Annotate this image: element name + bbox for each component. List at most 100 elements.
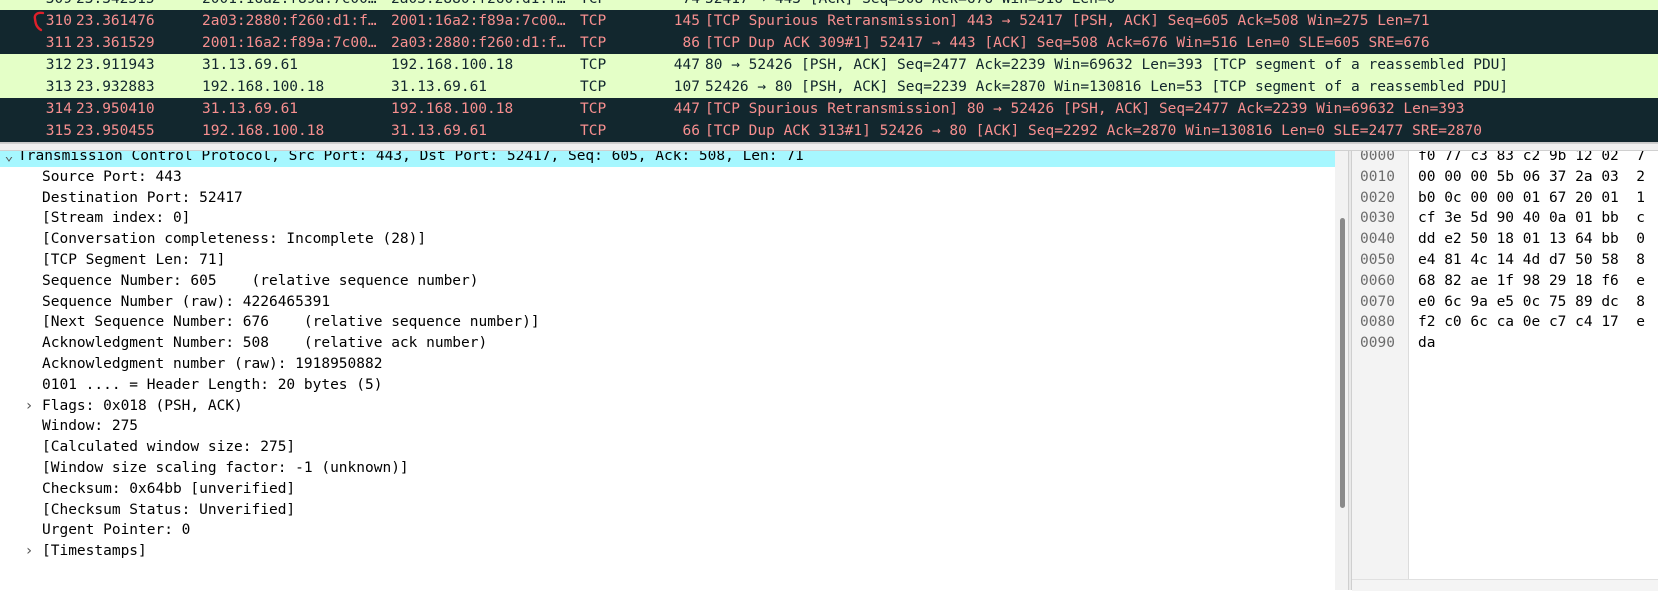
bytes-row[interactable]: 0050 e4 81 4c 14 4d d7 50 58 8 (1352, 249, 1658, 271)
chevron-down-icon[interactable]: ⌄ (2, 151, 16, 167)
packet-row[interactable]: 314 23.950410 31.13.69.61 192.168.100.18… (0, 98, 1658, 120)
tree-item[interactable]: Window: 275 (0, 415, 1335, 437)
tree-item-label: Acknowledgment Number: 508 (relative ack… (42, 335, 488, 352)
packet-number: 309 (36, 0, 72, 10)
tree-item[interactable]: Sequence Number: 605 (relative sequence … (0, 270, 1335, 292)
packet-row[interactable]: 313 23.932883 192.168.100.18 31.13.69.61… (0, 76, 1658, 98)
packet-time: 23.342315 (76, 0, 196, 10)
tree-item[interactable]: [Calculated window size: 275] (0, 436, 1335, 458)
tree-item-label: Sequence Number (raw): 4226465391 (42, 293, 331, 310)
tree-item[interactable]: [Conversation completeness: Incomplete (… (0, 228, 1335, 250)
packet-length: 107 (673, 79, 700, 95)
tree-item[interactable]: [Stream index: 0] (0, 207, 1335, 229)
bytes-hex[interactable]: e4 81 4c 14 4d d7 50 58 8 (1418, 249, 1645, 271)
bytes-row[interactable]: 0000 f0 77 c3 83 c2 9b 12 02 7 (1352, 151, 1658, 167)
packet-source: 2a03:2880:f260:d1:f… (202, 13, 377, 29)
packet-destination: 31.13.69.61 (391, 79, 488, 95)
tree-item[interactable]: › Flags: 0x018 (PSH, ACK) (0, 395, 1335, 417)
bytes-offset: 0010 (1360, 168, 1395, 185)
tree-item-label: Acknowledgment number (raw): 1918950882 (42, 356, 383, 372)
details-scrollbar-thumb[interactable] (1340, 218, 1345, 508)
bytes-hex[interactable]: f2 c0 6c ca 0e c7 c4 17 e (1418, 311, 1645, 333)
packet-length: 447 (673, 101, 700, 117)
tree-item-label: Checksum: 0x64bb [unverified] (42, 480, 296, 497)
bytes-offset: 0080 (1360, 314, 1395, 331)
packet-source: 2001:16a2:f89a:7c00… (202, 35, 377, 51)
bytes-hex[interactable]: dd e2 50 18 01 13 64 bb 0 (1418, 228, 1645, 250)
bytes-offset: 0070 (1360, 293, 1395, 310)
packet-source: 192.168.100.18 (202, 123, 325, 139)
chevron-right-icon[interactable]: › (22, 395, 36, 417)
tree-item-label: [Conversation completeness: Incomplete (… (42, 231, 427, 248)
tree-item[interactable]: 0101 .... = Header Length: 20 bytes (5) (0, 374, 1335, 396)
packet-destination: 192.168.100.18 (391, 57, 514, 73)
tree-item-label: Destination Port: 52417 (42, 189, 243, 206)
tree-item[interactable]: Source Port: 443 (0, 166, 1335, 188)
tree-item[interactable]: Checksum: 0x64bb [unverified] (0, 478, 1335, 500)
pane-splitter[interactable] (0, 143, 1658, 151)
packet-time: 23.932883 (76, 79, 155, 95)
tree-item[interactable]: Urgent Pointer: 0 (0, 519, 1335, 541)
packet-info: [TCP Dup ACK 309#1] 52417 → 443 [ACK] Se… (705, 35, 1430, 51)
packet-destination: 192.168.100.18 (391, 101, 514, 117)
bytes-hex[interactable]: 68 82 ae 1f 98 29 18 f6 e (1418, 270, 1645, 292)
packet-details-tree[interactable]: ⌄ Transmission Control Protocol, Src Port… (0, 151, 1348, 590)
bytes-row[interactable]: 0040 dd e2 50 18 01 13 64 bb 0 (1352, 228, 1658, 250)
packet-time: 23.911943 (76, 57, 155, 73)
tree-item[interactable]: [Window size scaling factor: -1 (unknown… (0, 457, 1335, 479)
bytes-row[interactable]: 0020 b0 0c 00 00 01 67 20 01 1 (1352, 187, 1658, 209)
bytes-row[interactable]: 0030 cf 3e 5d 90 40 0a 01 bb c (1352, 207, 1658, 229)
bytes-row[interactable]: 0070 e0 6c 9a e5 0c 75 89 dc 8 (1352, 291, 1658, 313)
packet-length: 145 (673, 13, 700, 29)
packet-time: 23.950410 (76, 101, 155, 117)
tree-item-label: [Next Sequence Number: 676 (relative seq… (42, 314, 540, 331)
packet-length: 86 (682, 35, 700, 51)
chevron-right-icon[interactable]: › (22, 540, 36, 562)
packet-length: 66 (682, 123, 700, 139)
bytes-hex[interactable]: b0 0c 00 00 01 67 20 01 1 (1418, 187, 1645, 209)
packet-row[interactable]: 310 23.361476 2a03:2880:f260:d1:f… 2001:… (0, 10, 1658, 32)
tree-item[interactable]: Acknowledgment Number: 508 (relative ack… (0, 332, 1335, 354)
packet-row[interactable]: 312 23.911943 31.13.69.61 192.168.100.18… (0, 54, 1658, 76)
packet-length: 74 (660, 0, 700, 10)
bytes-offset: 0030 (1360, 210, 1395, 227)
bytes-offset: 0060 (1360, 272, 1395, 289)
tree-item-label: 0101 .... = Header Length: 20 bytes (5) (42, 376, 383, 393)
tree-item-label: Window: 275 (42, 418, 139, 435)
bytes-row[interactable]: 0080 f2 c0 6c ca 0e c7 c4 17 e (1352, 311, 1658, 333)
bytes-hex[interactable]: 00 00 00 5b 06 37 2a 03 2 (1418, 166, 1645, 188)
packet-row[interactable]: 315 23.950455 192.168.100.18 31.13.69.61… (0, 120, 1658, 142)
tree-item[interactable]: › [Timestamps] (0, 540, 1335, 562)
packet-length: 447 (673, 57, 700, 73)
tree-item-label: [Stream index: 0] (42, 210, 191, 227)
packet-list[interactable]: 309 23.342315 2001:16a2:f89a:7c00… 2a03:… (0, 0, 1658, 143)
bytes-hex[interactable]: cf 3e 5d 90 40 0a 01 bb c (1418, 207, 1645, 229)
packet-time: 23.361476 (76, 13, 155, 29)
tree-item[interactable]: Destination Port: 52417 (0, 187, 1335, 209)
packet-row[interactable]: 309 23.342315 2001:16a2:f89a:7c00… 2a03:… (0, 0, 1658, 10)
packet-row[interactable]: 311 23.361529 2001:16a2:f89a:7c00… 2a03:… (0, 32, 1658, 54)
packet-number: 314 (45, 101, 72, 117)
tree-item[interactable]: [TCP Segment Len: 71] (0, 249, 1335, 271)
tree-item[interactable]: [Next Sequence Number: 676 (relative seq… (0, 311, 1335, 333)
bytes-hex[interactable]: e0 6c 9a e5 0c 75 89 dc 8 (1418, 291, 1645, 313)
packet-number: 312 (45, 57, 72, 73)
packet-destination: 31.13.69.61 (391, 123, 488, 139)
packet-source: 31.13.69.61 (202, 101, 299, 117)
tree-item-label: Transmission Control Protocol, Src Port:… (18, 151, 804, 164)
bytes-row[interactable]: 0010 00 00 00 5b 06 37 2a 03 2 (1352, 166, 1658, 188)
packet-protocol: TCP (580, 0, 660, 10)
bytes-hex[interactable]: da (1418, 332, 1435, 354)
packet-bytes-pane[interactable]: 0000 f0 77 c3 83 c2 9b 12 02 7 0010 00 00 0… (1352, 151, 1658, 590)
tree-item[interactable]: Acknowledgment number (raw): 1918950882 (0, 353, 1335, 375)
tree-item[interactable]: Sequence Number (raw): 4226465391 (0, 291, 1335, 313)
bytes-horizontal-scrollbar[interactable] (1352, 579, 1658, 591)
tree-item-tcp-header[interactable]: ⌄ Transmission Control Protocol, Src Port… (0, 151, 1335, 167)
bytes-row[interactable]: 0060 68 82 ae 1f 98 29 18 f6 e (1352, 270, 1658, 292)
bytes-row[interactable]: 0090 da (1352, 332, 1658, 354)
packet-protocol: TCP (580, 79, 607, 95)
tree-item[interactable]: [Checksum Status: Unverified] (0, 499, 1335, 521)
packet-source: 2001:16a2:f89a:7c00… (202, 0, 382, 10)
packet-protocol: TCP (580, 101, 607, 117)
bytes-hex[interactable]: f0 77 c3 83 c2 9b 12 02 7 (1418, 151, 1645, 167)
